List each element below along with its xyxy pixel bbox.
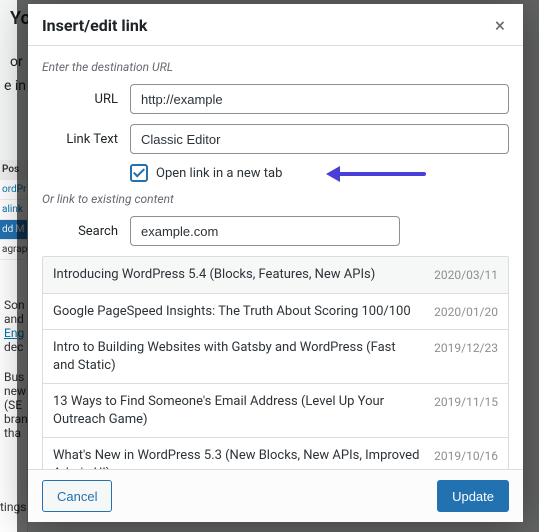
newtab-row: Open link in a new tab <box>130 164 509 182</box>
linktext-row: Link Text <box>42 124 509 154</box>
newtab-label: Open link in a new tab <box>156 166 282 181</box>
result-date: 2019/10/16 <box>434 447 498 469</box>
result-date: 2019/12/23 <box>434 339 498 374</box>
url-input[interactable] <box>130 84 509 114</box>
search-result-item[interactable]: Google PageSpeed Insights: The Truth Abo… <box>43 294 508 331</box>
dialog-title: Insert/edit link <box>42 16 147 35</box>
dialog-body: Enter the destination URL URL Link Text … <box>28 46 523 469</box>
section-destination-url: Enter the destination URL <box>42 60 509 74</box>
result-title: What's New in WordPress 5.3 (New Blocks,… <box>53 447 420 469</box>
close-icon[interactable]: × <box>491 14 509 37</box>
result-title: 13 Ways to Find Someone's Email Address … <box>53 393 420 428</box>
result-date: 2019/11/15 <box>434 393 498 428</box>
annotation-arrow-icon <box>326 166 426 182</box>
linktext-input[interactable] <box>130 124 509 154</box>
url-label: URL <box>42 92 130 107</box>
update-button[interactable]: Update <box>437 480 509 512</box>
insert-link-dialog: Insert/edit link × Enter the destination… <box>28 4 523 522</box>
section-existing-content: Or link to existing content <box>42 192 509 206</box>
search-result-item[interactable]: Introducing WordPress 5.4 (Blocks, Featu… <box>43 257 508 294</box>
search-result-item[interactable]: Intro to Building Websites with Gatsby a… <box>43 330 508 384</box>
search-result-item[interactable]: 13 Ways to Find Someone's Email Address … <box>43 384 508 438</box>
newtab-checkbox[interactable] <box>130 164 148 182</box>
search-input[interactable] <box>130 216 400 246</box>
url-row: URL <box>42 84 509 114</box>
search-row: Search <box>42 216 509 246</box>
search-results-list: Introducing WordPress 5.4 (Blocks, Featu… <box>42 256 509 469</box>
result-date: 2020/03/11 <box>434 266 498 284</box>
result-title: Google PageSpeed Insights: The Truth Abo… <box>53 303 420 321</box>
result-title: Introducing WordPress 5.4 (Blocks, Featu… <box>53 266 420 284</box>
result-title: Intro to Building Websites with Gatsby a… <box>53 339 420 374</box>
linktext-label: Link Text <box>42 132 130 147</box>
dialog-header: Insert/edit link × <box>28 4 523 46</box>
dialog-footer: Cancel Update <box>28 469 523 522</box>
result-date: 2020/01/20 <box>434 303 498 321</box>
search-result-item[interactable]: What's New in WordPress 5.3 (New Blocks,… <box>43 438 508 469</box>
search-label: Search <box>42 224 130 239</box>
cancel-button[interactable]: Cancel <box>42 480 112 512</box>
